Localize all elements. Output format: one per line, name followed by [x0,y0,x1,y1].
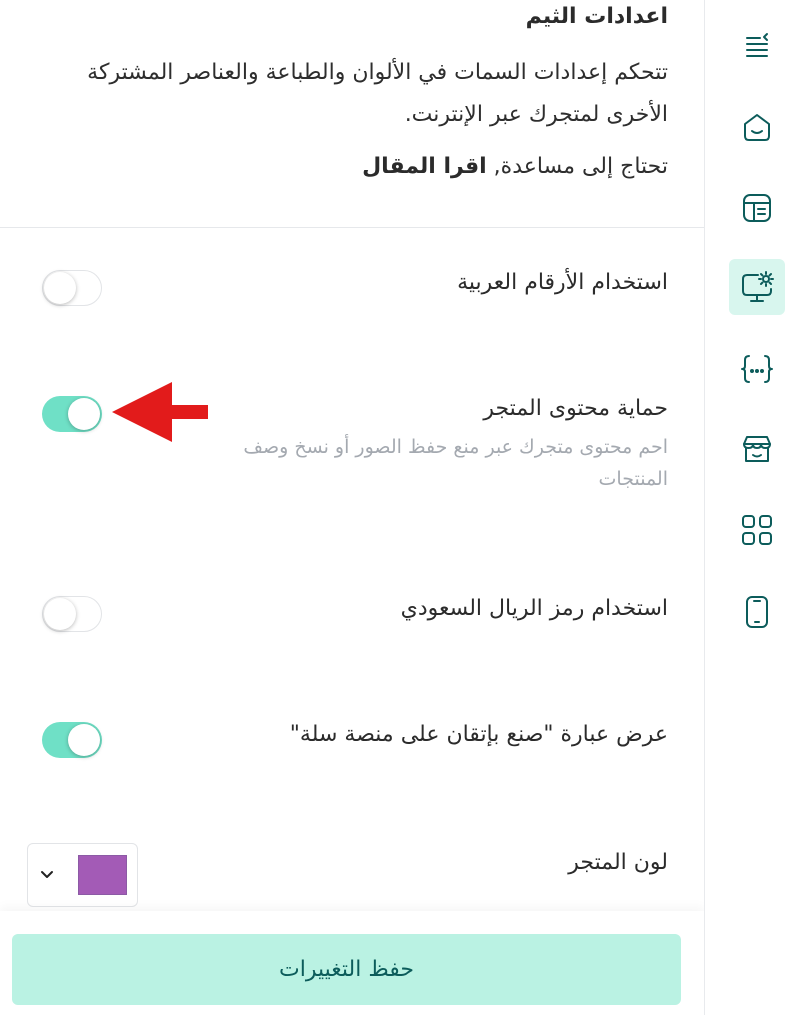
help-prefix: تحتاج إلى مساعدة, [493,154,668,179]
code-braces-icon[interactable] [729,341,785,397]
toggle-knob [68,398,100,430]
page-description: تتحكم إعدادات السمات في الألوان والطباعة… [87,60,668,127]
content-protection-description: احم محتوى متجرك عبر منع حفظ الصور أو نسخ… [243,436,668,490]
toggle-knob [44,272,76,304]
store-color-label: لون المتجر [568,850,668,875]
store-color-picker[interactable] [27,843,138,907]
layout-icon[interactable] [729,180,785,236]
home-icon[interactable] [729,99,785,155]
content-protection-toggle[interactable] [42,396,102,432]
help-article-link[interactable]: اقرا المقال [362,154,487,179]
content-protection-label: حماية محتوى المتجر [483,396,668,421]
red-arrow-icon [112,382,208,442]
save-changes-button[interactable]: حفظ التغييرات [12,934,681,1005]
saudi-riyal-symbol-label: استخدام رمز الريال السعودي [400,596,668,621]
store-icon[interactable] [729,421,785,477]
saudi-riyal-symbol-toggle[interactable] [42,596,102,632]
apps-grid-icon[interactable] [729,502,785,558]
made-with-salla-toggle[interactable] [42,722,102,758]
arabic-numerals-label: استخدام الأرقام العربية [457,270,668,295]
menu-collapse-icon[interactable] [729,17,785,73]
chevron-down-icon [41,871,53,878]
toggle-knob [44,598,76,630]
toggle-knob [68,724,100,756]
footer-bar: حفظ التغييرات [0,911,704,1015]
arabic-numerals-toggle[interactable] [42,270,102,306]
made-with-salla-label: عرض عبارة "صنع بإتقان على منصة سلة" [289,722,668,747]
color-swatch [78,855,127,895]
theme-settings-icon[interactable] [729,259,785,315]
sidebar [704,0,796,1015]
mobile-icon[interactable] [729,584,785,640]
help-text: تحتاج إلى مساعدة, اقرا المقال [362,154,668,179]
theme-settings-panel: اعدادات الثيم تتحكم إعدادات السمات في ال… [0,0,704,1015]
page-title: اعدادات الثيم [525,4,668,29]
divider [0,227,704,228]
